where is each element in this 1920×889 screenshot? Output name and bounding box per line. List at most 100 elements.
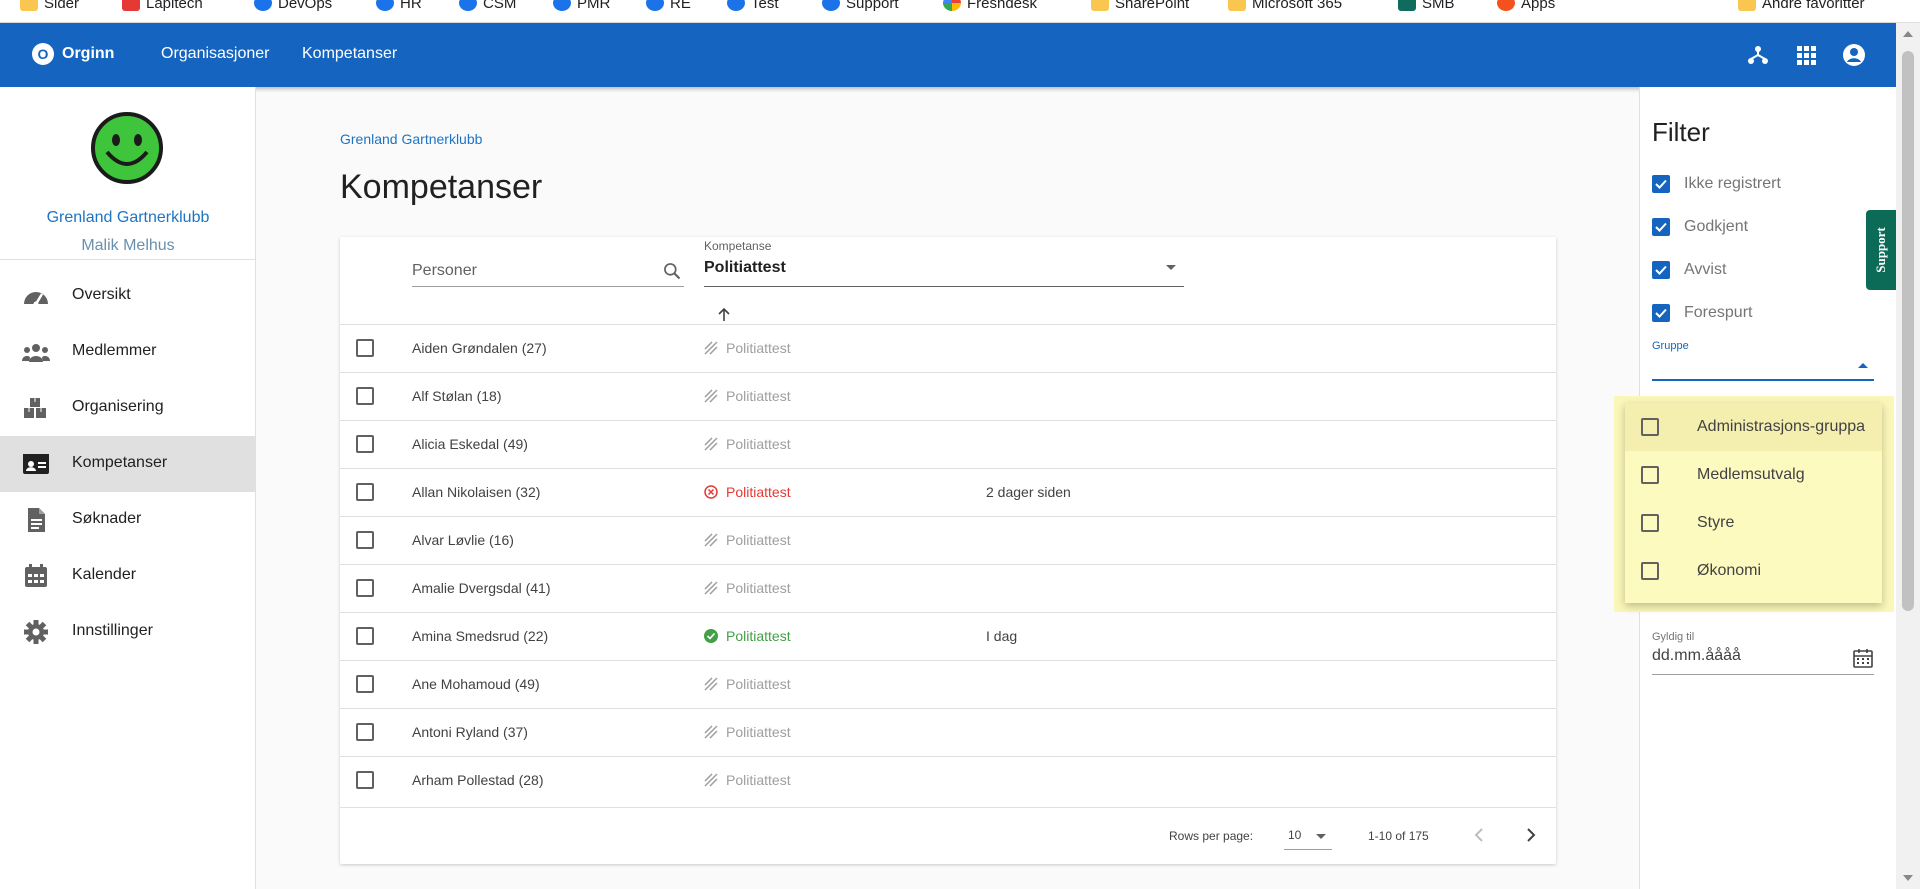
rows-per-page-select[interactable]: 10 — [1284, 822, 1332, 850]
table-row[interactable]: Arham Pollestad (28) Politiattest — [340, 756, 1556, 804]
page-scrollbar[interactable] — [1896, 23, 1920, 889]
bookmark-item[interactable]: Sider — [20, 0, 79, 12]
checkbox-checked-icon[interactable] — [1652, 304, 1670, 322]
scroll-up-arrow-icon[interactable] — [1903, 31, 1913, 37]
person-name[interactable]: Antoni Ryland (37) — [412, 724, 528, 740]
row-checkbox[interactable] — [356, 723, 374, 741]
person-name[interactable]: Arham Pollestad (28) — [412, 772, 544, 788]
table-row[interactable]: Alvar Løvlie (16) Politiattest — [340, 516, 1556, 564]
checkbox-unchecked-icon[interactable] — [1641, 514, 1659, 532]
row-checkbox[interactable] — [356, 579, 374, 597]
bookmark-item[interactable]: SharePoint — [1091, 0, 1189, 12]
organization-name[interactable]: Grenland Gartnerklubb — [0, 209, 256, 227]
person-name[interactable]: Aiden Grøndalen (27) — [412, 340, 547, 356]
bookmark-item[interactable]: HR — [376, 0, 422, 12]
hierarchy-icon[interactable] — [1746, 43, 1770, 67]
sidebar-item-soknader[interactable]: Søknader — [0, 492, 255, 548]
breadcrumb[interactable]: Grenland Gartnerklubb — [340, 131, 482, 147]
table-row[interactable]: Amalie Dvergsdal (41) Politiattest — [340, 564, 1556, 612]
row-checkbox[interactable] — [356, 675, 374, 693]
search-icon[interactable] — [662, 261, 682, 281]
app-logo[interactable]: O Orginn — [32, 43, 114, 65]
competence-status[interactable]: Politiattest — [704, 628, 791, 644]
filter-check-ikke-registrert[interactable]: Ikke registrert — [1652, 175, 1781, 193]
competence-status[interactable]: Politiattest — [704, 340, 791, 356]
person-name[interactable]: Alicia Eskedal (49) — [412, 436, 528, 452]
nav-organisasjoner[interactable]: Organisasjoner — [161, 45, 270, 63]
bookmark-item[interactable]: SMB — [1398, 0, 1455, 12]
group-select[interactable] — [1652, 353, 1874, 381]
group-option[interactable]: Styre — [1625, 499, 1882, 547]
scrollbar-thumb[interactable] — [1902, 51, 1914, 611]
competence-status[interactable]: Politiattest — [704, 724, 791, 740]
sidebar-item-innstillinger[interactable]: Innstillinger — [0, 604, 255, 660]
checkbox-checked-icon[interactable] — [1652, 218, 1670, 236]
person-name[interactable]: Alvar Løvlie (16) — [412, 532, 514, 548]
sort-arrow-up-icon[interactable] — [716, 307, 732, 323]
apps-grid-icon[interactable] — [1794, 43, 1818, 67]
row-checkbox[interactable] — [356, 771, 374, 789]
row-checkbox[interactable] — [356, 627, 374, 645]
competence-status[interactable]: Politiattest — [704, 580, 791, 596]
bookmark-item[interactable]: PMR — [553, 0, 610, 12]
valid-until-input[interactable] — [1652, 647, 1842, 665]
competence-status[interactable]: Politiattest — [704, 532, 791, 548]
person-name[interactable]: Allan Nikolaisen (32) — [412, 484, 540, 500]
table-row[interactable]: Amina Smedsrud (22) Politiattest I dag — [340, 612, 1556, 660]
competence-status[interactable]: Politiattest — [704, 436, 791, 452]
nav-kompetanser[interactable]: Kompetanser — [302, 45, 397, 63]
bookmark-item[interactable]: Andre favoritter — [1738, 0, 1865, 12]
next-page-icon[interactable] — [1520, 825, 1540, 845]
scroll-down-arrow-icon[interactable] — [1903, 875, 1913, 881]
row-checkbox[interactable] — [356, 339, 374, 357]
bookmark-item[interactable]: CSM — [459, 0, 516, 12]
table-row[interactable]: Alf Stølan (18) Politiattest — [340, 372, 1556, 420]
competence-select[interactable]: Kompetanse Politiattest — [704, 239, 1184, 287]
support-tab[interactable]: Support — [1866, 210, 1896, 290]
group-option[interactable]: Medlemsutvalg — [1625, 451, 1882, 499]
sidebar-item-medlemmer[interactable]: Medlemmer — [0, 324, 255, 380]
row-checkbox[interactable] — [356, 435, 374, 453]
checkbox-checked-icon[interactable] — [1652, 261, 1670, 279]
competence-status[interactable]: Politiattest — [704, 484, 791, 500]
group-option[interactable]: Administrasjons-gruppa — [1625, 403, 1882, 451]
valid-until-field[interactable] — [1652, 643, 1874, 675]
sidebar-item-oversikt[interactable]: Oversikt — [0, 268, 255, 324]
person-name[interactable]: Amalie Dvergsdal (41) — [412, 580, 551, 596]
sidebar-item-organisering[interactable]: Organisering — [0, 380, 255, 436]
sidebar-item-kalender[interactable]: Kalender — [0, 548, 255, 604]
filter-check-forespurt[interactable]: Forespurt — [1652, 304, 1752, 322]
competence-status[interactable]: Politiattest — [704, 676, 791, 692]
group-option[interactable]: Økonomi — [1625, 547, 1882, 595]
person-name[interactable]: Alf Stølan (18) — [412, 388, 501, 404]
bookmark-item[interactable]: Microsoft 365 — [1228, 0, 1342, 12]
table-row[interactable]: Ane Mohamoud (49) Politiattest — [340, 660, 1556, 708]
table-row[interactable]: Aiden Grøndalen (27) Politiattest — [340, 324, 1556, 372]
filter-check-avvist[interactable]: Avvist — [1652, 261, 1726, 279]
sidebar-item-kompetanser[interactable]: Kompetanser — [0, 436, 255, 492]
filter-check-godkjent[interactable]: Godkjent — [1652, 218, 1748, 236]
person-name[interactable]: Amina Smedsrud (22) — [412, 628, 548, 644]
row-checkbox[interactable] — [356, 387, 374, 405]
competence-status[interactable]: Politiattest — [704, 388, 791, 404]
competence-status[interactable]: Politiattest — [704, 772, 791, 788]
row-checkbox[interactable] — [356, 483, 374, 501]
bookmark-item[interactable]: Support — [822, 0, 899, 12]
bookmark-item[interactable]: Freshdesk — [943, 0, 1037, 12]
row-checkbox[interactable] — [356, 531, 374, 549]
checkbox-checked-icon[interactable] — [1652, 175, 1670, 193]
calendar-icon[interactable] — [1852, 647, 1874, 669]
table-row[interactable]: Alicia Eskedal (49) Politiattest — [340, 420, 1556, 468]
bookmark-item[interactable]: DevOps — [254, 0, 332, 12]
bookmark-item[interactable]: RE — [646, 0, 691, 12]
checkbox-unchecked-icon[interactable] — [1641, 562, 1659, 580]
table-row[interactable]: Allan Nikolaisen (32) Politiattest 2 dager… — [340, 468, 1556, 516]
person-name[interactable]: Ane Mohamoud (49) — [412, 676, 540, 692]
search-input[interactable] — [412, 257, 652, 285]
search-field[interactable] — [412, 257, 684, 287]
previous-page-icon[interactable] — [1470, 825, 1490, 845]
table-row[interactable]: Antoni Ryland (37) Politiattest — [340, 708, 1556, 756]
checkbox-unchecked-icon[interactable] — [1641, 418, 1659, 436]
bookmark-item[interactable]: Test — [727, 0, 779, 12]
account-circle-icon[interactable] — [1842, 43, 1866, 67]
